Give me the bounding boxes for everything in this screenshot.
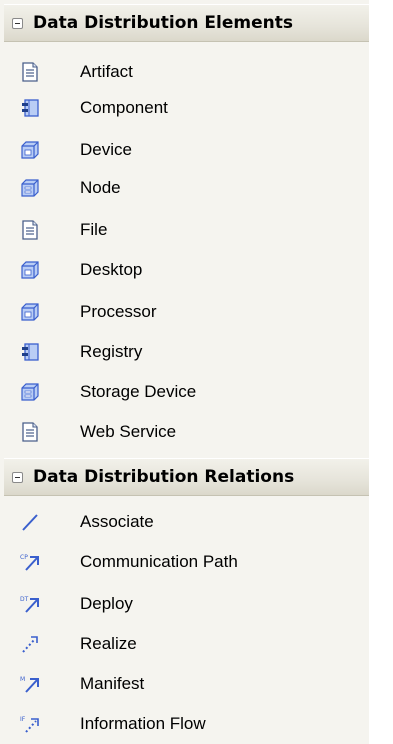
item-label: Information Flow bbox=[80, 714, 206, 733]
section-title: Data Distribution Elements bbox=[33, 13, 293, 33]
item-label: Component bbox=[80, 98, 168, 117]
item-label: Web Service bbox=[80, 422, 177, 441]
icon-text: DT bbox=[20, 596, 29, 603]
icon-text: IF bbox=[20, 716, 26, 723]
toolbox-item-web-service[interactable]: Web Service bbox=[4, 412, 369, 452]
section-header-elements[interactable]: Data Distribution Elements bbox=[4, 4, 369, 42]
section-header-relations[interactable]: Data Distribution Relations bbox=[4, 458, 369, 496]
item-label: Desktop bbox=[80, 260, 143, 279]
toolbox-item-information-flow[interactable]: IF Information Flow bbox=[4, 704, 369, 744]
item-label: Node bbox=[80, 178, 121, 197]
toolbox-item-communication-path[interactable]: CP Communication Path bbox=[4, 542, 369, 582]
item-label: File bbox=[80, 220, 108, 239]
toolbox-panel: Data Distribution Elements Artifact Comp… bbox=[0, 0, 369, 744]
component-icon bbox=[22, 343, 39, 361]
icon-text: M bbox=[20, 676, 25, 683]
section-title: Data Distribution Relations bbox=[33, 467, 295, 487]
toolbox-item-desktop[interactable]: Desktop bbox=[4, 250, 369, 290]
item-label: Device bbox=[80, 140, 132, 159]
toolbox-item-associate[interactable]: Associate bbox=[4, 502, 369, 542]
item-label: Storage Device bbox=[80, 382, 197, 401]
toolbox-item-deploy[interactable]: DT Deploy bbox=[4, 584, 369, 624]
toolbox-item-artifact[interactable]: Artifact bbox=[4, 52, 369, 92]
toolbox-item-registry[interactable]: Registry bbox=[4, 332, 369, 372]
item-label: Registry bbox=[80, 342, 143, 361]
item-label: Artifact bbox=[80, 62, 133, 81]
toolbox-item-realize[interactable]: Realize bbox=[4, 624, 369, 664]
item-label: Associate bbox=[80, 512, 154, 531]
device-icon bbox=[21, 303, 39, 321]
component-icon bbox=[22, 99, 39, 117]
toolbox-item-device[interactable]: Device bbox=[4, 130, 369, 170]
item-label: Processor bbox=[80, 302, 157, 321]
information-flow-icon: IF bbox=[20, 716, 39, 733]
device-icon bbox=[21, 261, 39, 279]
toolbox-item-processor[interactable]: Processor bbox=[4, 292, 369, 332]
node-icon bbox=[21, 383, 39, 401]
toolbox-item-component[interactable]: Component bbox=[4, 88, 369, 128]
item-label: Realize bbox=[80, 634, 137, 653]
associate-line-icon bbox=[22, 514, 38, 531]
icon-text: CP bbox=[20, 554, 28, 561]
toolbox-item-storage-device[interactable]: Storage Device bbox=[4, 372, 369, 412]
document-icon bbox=[22, 220, 38, 240]
document-icon bbox=[22, 62, 38, 82]
collapse-toggle-icon[interactable] bbox=[12, 471, 23, 483]
toolbox-item-file[interactable]: File bbox=[4, 210, 369, 250]
item-label: Manifest bbox=[80, 674, 145, 693]
manifest-icon: M bbox=[20, 676, 39, 693]
node-icon bbox=[21, 179, 39, 197]
realize-icon bbox=[22, 636, 38, 653]
toolbox-item-manifest[interactable]: M Manifest bbox=[4, 664, 369, 704]
deploy-icon: DT bbox=[20, 596, 39, 613]
collapse-toggle-icon[interactable] bbox=[12, 17, 23, 29]
communication-path-icon: CP bbox=[20, 554, 39, 571]
item-label: Communication Path bbox=[80, 552, 238, 571]
item-label: Deploy bbox=[80, 594, 133, 613]
toolbox-item-node[interactable]: Node bbox=[4, 168, 369, 208]
device-icon bbox=[21, 141, 39, 159]
document-icon bbox=[22, 422, 38, 442]
